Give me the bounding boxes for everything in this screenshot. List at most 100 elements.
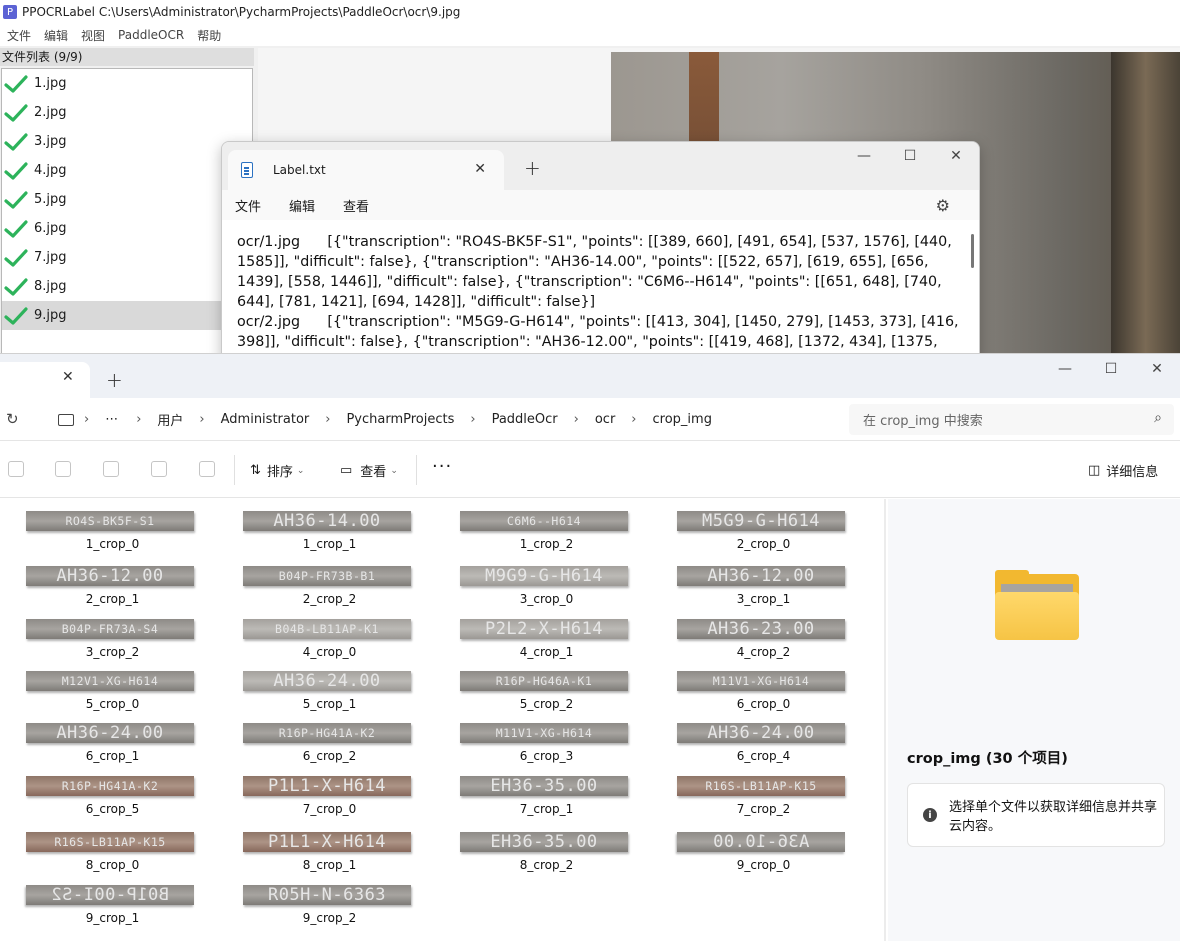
checkmark-icon — [4, 277, 28, 296]
file-thumbnail[interactable]: AH36-12.00 2_crop_1 — [0, 566, 200, 622]
add-tab-icon[interactable]: + — [524, 156, 541, 180]
file-thumbnail[interactable]: R05H-N-6363 9_crop_2 — [217, 885, 417, 941]
checkmark-icon — [4, 306, 28, 325]
file-thumbnail[interactable]: AH36-24.00 6_crop_4 — [651, 723, 851, 779]
view-button[interactable]: ▭ 查看 ⌄ — [340, 461, 398, 480]
close-window-icon[interactable]: ✕ — [1134, 354, 1180, 384]
minimize-icon[interactable]: — — [1042, 354, 1088, 384]
file-list-item[interactable]: 1.jpg — [2, 69, 252, 98]
breadcrumb[interactable]: › ⋯ › 用户 › Administrator › PycharmProjec… — [44, 404, 840, 435]
file-thumbnail[interactable]: P1L1-X-H614 7_crop_0 — [217, 776, 417, 832]
file-thumbnail[interactable]: R16P-HG46A-K1 5_crop_2 — [434, 671, 634, 727]
file-thumbnail[interactable]: B01P-00I-S2 9_crop_1 — [0, 885, 200, 941]
chevron-right-icon[interactable]: › — [84, 412, 89, 427]
add-tab-icon[interactable]: + — [106, 368, 123, 392]
notepad-text-area[interactable]: ocr/1.jpg [{"transcription": "RO4S-BK5F-… — [222, 220, 979, 359]
file-name: 1_crop_2 — [519, 537, 574, 551]
search-input[interactable]: 在 crop_img 中搜索 ⌕ — [849, 404, 1174, 435]
rename-icon[interactable] — [103, 461, 119, 477]
notepad-menu-view[interactable]: 查看 — [343, 196, 369, 215]
notepad-tab[interactable]: Label.txt ✕ — [228, 150, 504, 190]
file-thumbnail[interactable]: M5G9-G-H614 2_crop_0 — [651, 511, 851, 567]
file-thumbnail[interactable]: P1L1-X-H614 8_crop_1 — [217, 832, 417, 888]
breadcrumb-paddleocr[interactable]: PaddleOcr — [492, 412, 558, 427]
close-icon[interactable]: ✕ — [62, 369, 74, 385]
ppocr-menu-edit[interactable]: 编辑 — [42, 27, 70, 44]
copy-icon[interactable] — [8, 461, 24, 477]
file-thumbnail[interactable]: EH36-35.00 8_crop_2 — [434, 832, 634, 888]
maximize-icon[interactable]: ☐ — [887, 142, 933, 170]
file-thumbnail[interactable]: R16P-HG41A-K2 6_crop_2 — [217, 723, 417, 779]
file-list-item[interactable]: 5.jpg — [2, 185, 252, 214]
file-thumbnail[interactable]: B04P-FR73A-S4 3_crop_2 — [0, 619, 200, 675]
breadcrumb-ocr[interactable]: ocr — [595, 412, 615, 427]
crop-image: R16P-HG41A-K2 — [243, 723, 411, 743]
ppocr-menu-file[interactable]: 文件 — [5, 27, 33, 44]
details-button[interactable]: ◫ 详细信息 — [1088, 461, 1158, 480]
file-thumbnail[interactable]: EH36-35.00 7_crop_1 — [434, 776, 634, 832]
breadcrumb-administrator[interactable]: Administrator — [221, 412, 310, 427]
breadcrumb-crop-img[interactable]: crop_img — [653, 412, 712, 427]
file-thumbnail[interactable]: A36-10.00 9_crop_0 — [651, 832, 851, 888]
chevron-down-icon: ⌄ — [296, 465, 305, 476]
file-thumbnail[interactable]: AH36-14.00 1_crop_1 — [217, 511, 417, 567]
file-thumbnail[interactable]: AH36-24.00 5_crop_1 — [217, 671, 417, 727]
more-path-icon[interactable]: ⋯ — [105, 412, 118, 427]
file-thumbnail[interactable]: R16P-HG41A-K2 6_crop_5 — [0, 776, 200, 832]
file-thumbnail[interactable]: AH36-24.00 6_crop_1 — [0, 723, 200, 779]
minimize-icon[interactable]: — — [841, 142, 887, 170]
details-pane: crop_img (30 个项目) i 选择单个文件以获取详细信息并共享云内容。 — [888, 499, 1180, 941]
file-thumbnail[interactable]: B04P-FR73B-B1 2_crop_2 — [217, 566, 417, 622]
file-list-item[interactable]: 3.jpg — [2, 127, 252, 156]
file-name: 5_crop_2 — [519, 697, 574, 711]
close-window-icon[interactable]: ✕ — [933, 142, 979, 170]
file-list[interactable]: 1.jpg 2.jpg 3.jpg 4.jpg 5.jpg 6.jpg 7.jpg 8.jpg… — [1, 68, 253, 360]
close-icon[interactable]: ✕ — [474, 161, 486, 177]
file-list-item[interactable]: 9.jpg — [2, 301, 252, 330]
file-thumbnail[interactable]: P2L2-X-H614 4_crop_1 — [434, 619, 634, 675]
breadcrumb-pycharmprojects[interactable]: PycharmProjects — [346, 412, 454, 427]
file-thumbnail[interactable]: M12V1-XG-H614 5_crop_0 — [0, 671, 200, 727]
search-icon[interactable]: ⌕ — [1154, 410, 1162, 426]
file-list-item[interactable]: 7.jpg — [2, 243, 252, 272]
file-thumbnail[interactable]: R16S-LB11AP-K15 7_crop_2 — [651, 776, 851, 832]
ppocr-menu-help[interactable]: 帮助 — [195, 27, 223, 44]
file-list-item[interactable]: 4.jpg — [2, 156, 252, 185]
more-options-icon[interactable]: ··· — [432, 456, 452, 477]
ppocr-menu-view[interactable]: 视图 — [79, 27, 107, 44]
breadcrumb-users[interactable]: 用户 — [157, 410, 183, 429]
notepad-scrollbar[interactable] — [971, 234, 974, 268]
file-thumbnail[interactable]: M11V1-XG-H614 6_crop_0 — [651, 671, 851, 727]
maximize-icon[interactable]: ☐ — [1088, 354, 1134, 384]
file-thumbnail[interactable]: M11V1-XG-H614 6_crop_3 — [434, 723, 634, 779]
notepad-menu-edit[interactable]: 编辑 — [289, 196, 315, 215]
delete-icon[interactable] — [199, 461, 215, 477]
grid-scrollbar[interactable] — [884, 499, 886, 941]
computer-icon[interactable] — [58, 413, 74, 426]
explorer-tab[interactable] — [0, 362, 90, 398]
file-list-item[interactable]: 2.jpg — [2, 98, 252, 127]
file-name: 8_crop_2 — [519, 858, 574, 872]
checkmark-icon — [4, 248, 28, 267]
file-name: 7_crop_1 — [519, 802, 574, 816]
file-list-item[interactable]: 8.jpg — [2, 272, 252, 301]
file-name: 9_crop_0 — [736, 858, 791, 872]
file-thumbnail[interactable]: R16S-LB11AP-K15 8_crop_0 — [0, 832, 200, 888]
paste-icon[interactable] — [55, 461, 71, 477]
file-thumbnail[interactable]: AH36-12.00 3_crop_1 — [651, 566, 851, 622]
ppocr-menu-paddleocr[interactable]: PaddleOCR — [116, 28, 186, 42]
notepad-tab-bar: Label.txt ✕ + — ☐ ✕ — [222, 142, 979, 190]
file-thumbnail[interactable]: C6M6--H614 1_crop_2 — [434, 511, 634, 567]
file-thumbnail[interactable]: B04B-LB11AP-K1 4_crop_0 — [217, 619, 417, 675]
sort-button[interactable]: ⇅ 排序 ⌄ — [250, 461, 304, 480]
file-list-item-label: 1.jpg — [34, 76, 67, 91]
refresh-icon[interactable]: ↻ — [6, 410, 19, 428]
file-thumbnail[interactable]: AH36-23.00 4_crop_2 — [651, 619, 851, 675]
file-list-item[interactable]: 6.jpg — [2, 214, 252, 243]
file-thumbnail[interactable]: M9G9-G-H614 3_crop_0 — [434, 566, 634, 622]
share-icon[interactable] — [151, 461, 167, 477]
notepad-menu-file[interactable]: 文件 — [235, 196, 261, 215]
gear-icon[interactable]: ⚙ — [936, 196, 950, 215]
file-thumbnail[interactable]: RO4S-BK5F-S1 1_crop_0 — [0, 511, 200, 567]
file-name: 6_crop_1 — [85, 749, 140, 763]
